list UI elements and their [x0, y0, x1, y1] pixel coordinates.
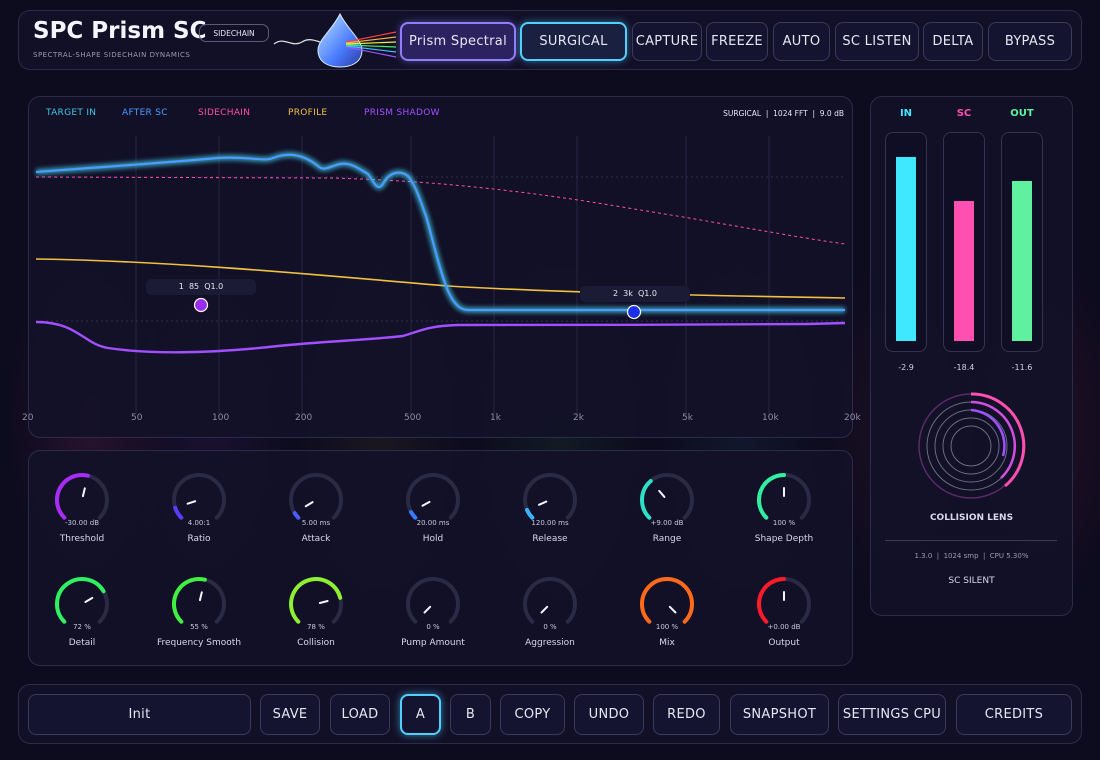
- prism-spectral-button[interactable]: Prism Spectral: [400, 22, 516, 61]
- freq-tick: 10k: [762, 413, 779, 423]
- preset-selector[interactable]: Init: [28, 694, 251, 735]
- knob-aggression[interactable]: 0 % Aggression: [495, 576, 605, 648]
- knob-value: 120.00 ms: [531, 519, 569, 527]
- credits-button[interactable]: CREDITS: [956, 694, 1072, 735]
- settings-cpu-button[interactable]: SETTINGS CPU: [838, 694, 946, 735]
- knob-label: Pump Amount: [401, 638, 465, 648]
- knob-value: 100 %: [655, 623, 679, 631]
- snapshot-button[interactable]: SNAPSHOT: [730, 694, 829, 735]
- prism-logo-icon: [273, 12, 397, 68]
- knob-attack[interactable]: 5.00 ms Attack: [261, 472, 371, 544]
- meter-value: -11.6: [1011, 363, 1033, 372]
- knob-value: 78 %: [307, 623, 325, 631]
- meter-label-in: IN: [899, 108, 913, 119]
- delta-button[interactable]: DELTA: [923, 22, 983, 61]
- undo-button[interactable]: UNDO: [574, 694, 644, 735]
- freeze-button[interactable]: FREEZE: [706, 22, 768, 61]
- meter-label-sc: SC: [956, 108, 972, 119]
- knob-label: Collision: [297, 638, 335, 648]
- knob-collision[interactable]: 78 % Collision: [261, 576, 371, 648]
- meter-label-out: OUT: [1010, 108, 1034, 119]
- knob-range[interactable]: +9.00 dB Range: [612, 472, 722, 544]
- b-slot-button[interactable]: B: [450, 694, 491, 735]
- meter-sc: [943, 132, 985, 352]
- knob-value: +0.00 dB: [767, 623, 801, 631]
- knob-hold[interactable]: 20.00 ms Hold: [378, 472, 488, 544]
- knob-shape-depth[interactable]: 100 % Shape Depth: [729, 472, 839, 544]
- meter-out: [1001, 132, 1043, 352]
- knob-value: 72 %: [73, 623, 91, 631]
- node-1-label: 1 85 Q1.0: [178, 282, 224, 291]
- knob-threshold[interactable]: -30.00 dB Threshold: [27, 472, 137, 544]
- app-subtitle: SPECTRAL-SHAPE SIDECHAIN DYNAMICS: [33, 51, 191, 59]
- knob-frequency-smooth[interactable]: 55 % Frequency Smooth: [144, 576, 254, 648]
- meter-fill: [954, 201, 974, 341]
- surgical-button[interactable]: SURGICAL: [520, 22, 627, 61]
- meter-fill: [896, 157, 916, 341]
- info-divider: [885, 540, 1057, 541]
- knob-value: -30.00 dB: [64, 519, 100, 527]
- freq-tick: 1k: [490, 413, 501, 423]
- capture-button[interactable]: CAPTURE: [632, 22, 702, 61]
- knob-release[interactable]: 120.00 ms Release: [495, 472, 605, 544]
- knob-label: Output: [768, 638, 800, 648]
- knob-value: 0 %: [543, 623, 557, 631]
- freq-tick: 20: [22, 413, 34, 423]
- knob-label: Detail: [68, 638, 96, 648]
- knob-label: Ratio: [187, 534, 211, 544]
- freq-tick: 50: [131, 413, 143, 423]
- meter-fill: [1012, 181, 1032, 341]
- knob-value: 4.00:1: [187, 519, 211, 527]
- knob-ratio[interactable]: 4.00:1 Ratio: [144, 472, 254, 544]
- node-1-handle[interactable]: [193, 297, 209, 313]
- collision-lens-display: [918, 392, 1026, 499]
- freq-tick: 20k: [844, 413, 861, 423]
- sc-listen-button[interactable]: SC LISTEN: [835, 22, 919, 61]
- knob-label: Frequency Smooth: [156, 638, 242, 648]
- sc-status: SC SILENT: [948, 576, 995, 586]
- info-line: 1.3.0 | 1024 smp | CPU 5.30%: [914, 552, 1029, 560]
- knob-label: Aggression: [525, 638, 575, 648]
- knob-label: Shape Depth: [754, 534, 814, 544]
- redo-button[interactable]: REDO: [653, 694, 720, 735]
- knob-pump-amount[interactable]: 0 % Pump Amount: [378, 576, 488, 648]
- freq-tick: 5k: [682, 413, 693, 423]
- knob-value: 100 %: [772, 519, 796, 527]
- a-slot-button[interactable]: A: [400, 694, 441, 735]
- meter-value: -2.9: [898, 363, 914, 372]
- meter-in: [885, 132, 927, 352]
- save-button[interactable]: SAVE: [260, 694, 320, 735]
- knob-label: Attack: [301, 534, 331, 544]
- knob-value: 5.00 ms: [301, 519, 331, 527]
- freq-tick: 500: [404, 413, 422, 423]
- auto-button[interactable]: AUTO: [773, 22, 830, 61]
- knob-detail[interactable]: 72 % Detail: [27, 576, 137, 648]
- knob-value: 55 %: [190, 623, 208, 631]
- node-2-label: 2 3k Q1.0: [612, 289, 657, 298]
- knob-label: Hold: [422, 534, 444, 544]
- knob-output[interactable]: +0.00 dB Output: [729, 576, 839, 648]
- copy-button[interactable]: COPY: [500, 694, 565, 735]
- meter-value: -18.4: [953, 363, 975, 372]
- freq-tick: 100: [212, 413, 230, 423]
- knob-label: Threshold: [59, 534, 105, 544]
- knob-mix[interactable]: 100 % Mix: [612, 576, 722, 648]
- load-button[interactable]: LOAD: [330, 694, 390, 735]
- knob-value: +9.00 dB: [650, 519, 684, 527]
- knob-value: 20.00 ms: [416, 519, 450, 527]
- sidechain-badge: SIDECHAIN: [199, 24, 269, 42]
- knob-label: Mix: [659, 638, 675, 648]
- collision-lens-title: COLLISION LENS: [929, 513, 1014, 523]
- bypass-button[interactable]: BYPASS: [988, 22, 1072, 61]
- knob-label: Range: [652, 534, 682, 544]
- freq-tick: 2k: [573, 413, 584, 423]
- spectrum-graph[interactable]: [28, 96, 853, 438]
- app-title: SPC Prism SC: [33, 18, 207, 44]
- freq-tick: 200: [295, 413, 313, 423]
- knob-value: 0 %: [426, 623, 440, 631]
- node-2-handle[interactable]: [626, 304, 642, 320]
- knob-label: Release: [532, 534, 568, 544]
